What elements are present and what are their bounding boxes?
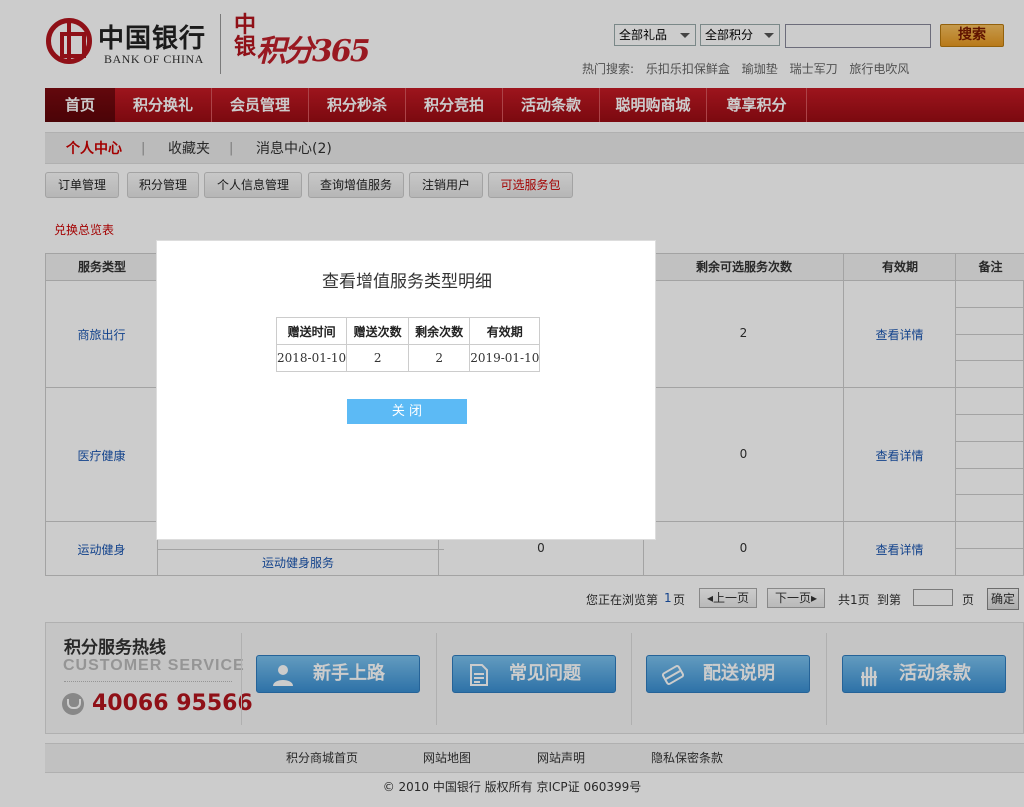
col-gift-count: 赠送次数 [346, 317, 410, 345]
col-gift-date: 赠送时间 [275, 317, 348, 345]
cell-validity: 2019-01-10 [469, 344, 541, 372]
col-validity: 有效期 [469, 317, 541, 345]
col-remaining-count: 剩余次数 [408, 317, 471, 345]
table-row: 2018-01-10 2 2 2019-01-10 [275, 344, 541, 372]
service-detail-table: 赠送时间 赠送次数 剩余次数 有效期 2018-01-10 2 2 2019-0… [275, 317, 541, 372]
service-detail-modal: 查看增值服务类型明细 赠送时间 赠送次数 剩余次数 有效期 2018-01-10… [156, 240, 656, 540]
modal-title: 查看增值服务类型明细 [322, 272, 492, 292]
close-button[interactable]: 关 闭 [347, 399, 467, 424]
cell-gift-count: 2 [346, 344, 410, 372]
table-header-row: 赠送时间 赠送次数 剩余次数 有效期 [275, 317, 541, 345]
cell-gift-date: 2018-01-10 [275, 344, 348, 372]
cell-remaining-count: 2 [408, 344, 471, 372]
